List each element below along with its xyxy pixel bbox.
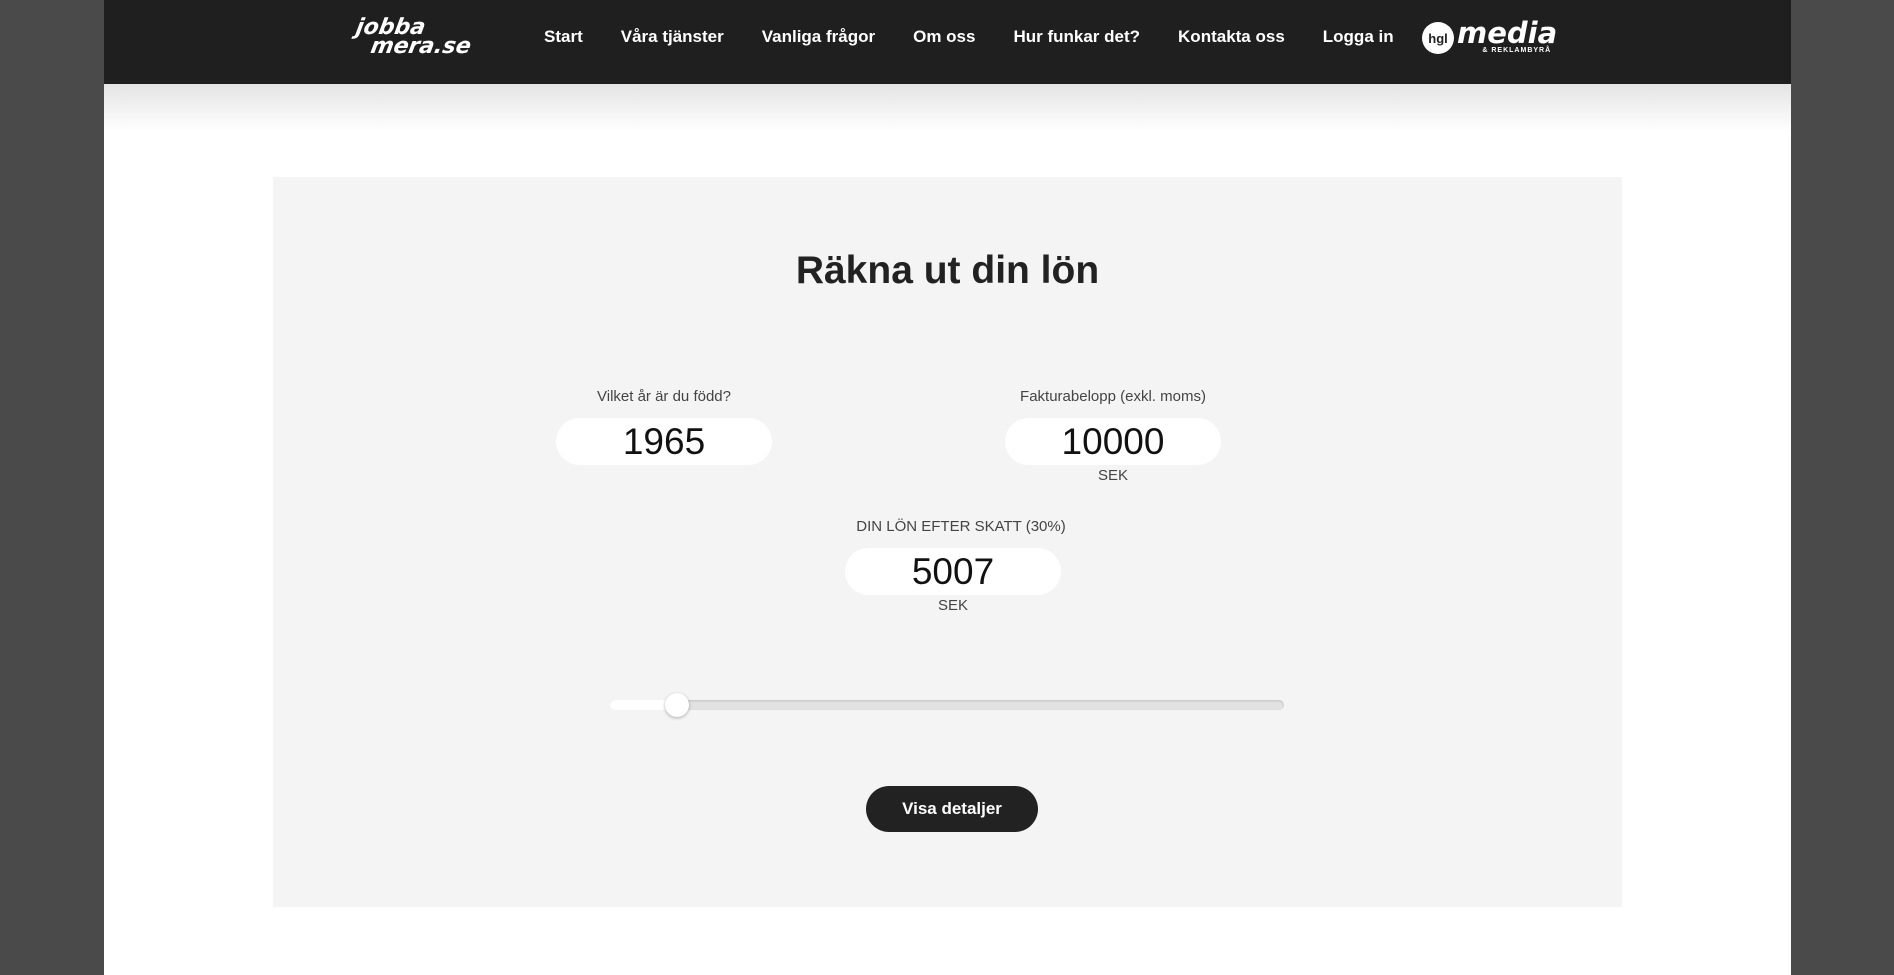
nav-about[interactable]: Om oss <box>913 27 975 47</box>
nav-start[interactable]: Start <box>544 27 583 47</box>
nav-how-it-works[interactable]: Hur funkar det? <box>1013 27 1140 47</box>
salary-after-tax-output[interactable] <box>845 548 1061 595</box>
main-nav: Start Våra tjänster Vanliga frågor Om os… <box>544 0 1432 74</box>
slider-handle[interactable] <box>665 693 690 717</box>
salary-unit: SEK <box>937 597 968 614</box>
salary-after-tax-label: DIN LÖN EFTER SKATT (30%) <box>856 518 1066 535</box>
partner-name: media <box>1457 15 1558 50</box>
show-details-button[interactable]: Visa detaljer <box>866 786 1038 832</box>
nav-services[interactable]: Våra tjänster <box>621 27 724 47</box>
logo-line-2: mera.se <box>368 34 473 59</box>
invoice-amount-input[interactable] <box>1005 418 1221 465</box>
salary-calculator: Räkna ut din lön Vilket år är du född? F… <box>273 177 1622 907</box>
calculator-title: Räkna ut din lön <box>795 249 1100 292</box>
page: jobba mera.se Start Våra tjänster Vanlig… <box>104 0 1791 975</box>
nav-contact[interactable]: Kontakta oss <box>1178 27 1285 47</box>
nav-login[interactable]: Logga in <box>1323 27 1394 47</box>
nav-faq[interactable]: Vanliga frågor <box>762 27 875 47</box>
birth-year-input[interactable] <box>556 418 772 465</box>
hgl-media-logo[interactable]: hgl media & REKLAMBYRÅ <box>1422 18 1557 58</box>
birth-year-label: Vilket år är du född? <box>597 388 731 405</box>
invoice-amount-label: Fakturabelopp (exkl. moms) <box>1020 388 1206 405</box>
jobbamera-logo[interactable]: jobba mera.se <box>350 15 478 62</box>
invoice-amount-slider[interactable] <box>610 693 1284 717</box>
header-shadow <box>104 84 1791 132</box>
top-navigation-bar: jobba mera.se Start Våra tjänster Vanlig… <box>104 0 1791 84</box>
hgl-badge: hgl <box>1422 22 1454 54</box>
invoice-unit: SEK <box>1097 467 1128 484</box>
